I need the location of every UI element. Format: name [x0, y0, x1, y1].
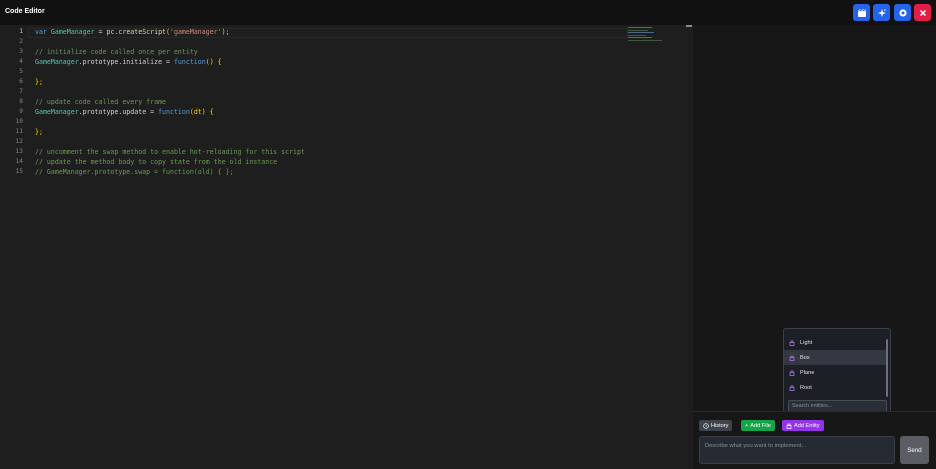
plus-icon: + — [745, 422, 749, 429]
entity-option-box[interactable]: Box — [784, 350, 887, 365]
code-line: GameManager.prototype.initialize = funct… — [35, 58, 222, 66]
history-label: History — [711, 422, 729, 429]
settings-button[interactable] — [894, 4, 911, 21]
game-button[interactable] — [853, 4, 870, 21]
line-number: 4 — [19, 58, 23, 65]
code-line: var GameManager = pc.createScript('gameM… — [35, 28, 230, 36]
line-number: 10 — [15, 118, 23, 125]
entity-option-label: Plane — [800, 369, 815, 376]
entity-icon — [789, 370, 795, 376]
chat-input[interactable]: Describe what you want to implement... — [699, 436, 895, 464]
code-line: }; — [35, 128, 43, 136]
history-button[interactable]: History — [699, 420, 733, 431]
line-number: 13 — [15, 148, 23, 155]
code-line: GameManager.prototype.update = function(… — [35, 108, 214, 116]
minimap[interactable] — [628, 27, 664, 43]
code-comment: // update code called every frame — [35, 98, 167, 106]
line-number: 6 — [19, 78, 23, 85]
line-number: 9 — [19, 108, 23, 115]
code-editor[interactable]: 1 2 3 4 5 6 7 8 9 10 11 12 13 14 15 var … — [0, 25, 693, 469]
close-icon — [919, 9, 926, 16]
line-number: 12 — [15, 138, 23, 145]
line-number: 14 — [15, 158, 23, 165]
entity-dropdown: Light Box Plane Root Search entities... — [783, 328, 891, 414]
entity-option-light[interactable]: Light — [784, 335, 887, 350]
add-file-label: Add File — [750, 422, 771, 429]
code-comment: // initialize code called once per entit… — [35, 48, 198, 56]
add-entity-button[interactable]: Add Entity — [782, 420, 824, 431]
line-number: 15 — [15, 168, 23, 175]
title-bar: Code Editor — [0, 0, 936, 25]
add-file-button[interactable]: + Add File — [741, 420, 775, 431]
gear-icon — [898, 8, 907, 17]
assistant-button[interactable] — [873, 4, 890, 21]
line-number: 2 — [19, 38, 23, 45]
entity-option-root[interactable]: Root — [784, 380, 887, 395]
clock-icon — [703, 422, 709, 429]
line-number-gutter: 1 2 3 4 5 6 7 8 9 10 11 12 13 14 15 — [0, 25, 28, 469]
line-number: 11 — [15, 128, 23, 135]
line-number: 8 — [19, 98, 23, 105]
close-button[interactable] — [914, 4, 931, 21]
code-line: }; — [35, 78, 43, 86]
line-number: 3 — [19, 48, 23, 55]
entity-option-label: Root — [800, 384, 812, 391]
entity-icon — [789, 385, 795, 391]
code-comment: // update the method body to copy state … — [35, 158, 278, 166]
entity-option-plane[interactable]: Plane — [784, 365, 887, 380]
code-comment: // uncomment the swap method to enable h… — [35, 148, 305, 156]
entity-option-label: Light — [800, 339, 813, 346]
clapperboard-icon — [857, 8, 866, 17]
sparkle-icon — [877, 8, 886, 17]
entity-icon — [789, 340, 795, 346]
editor-scrollbar[interactable] — [686, 25, 692, 27]
entity-icon — [789, 355, 795, 361]
line-number: 1 — [19, 28, 23, 35]
line-number: 7 — [19, 88, 23, 95]
entity-icon — [786, 423, 792, 429]
line-number: 5 — [19, 68, 23, 75]
code-comment: // GameManager.prototype.swap = function… — [35, 168, 234, 176]
dropdown-scrollbar[interactable] — [886, 339, 888, 397]
window-title: Code Editor — [5, 8, 45, 15]
chat-input-area: History + Add File Add Entity Describe w… — [693, 411, 936, 469]
send-button[interactable]: Send — [900, 436, 929, 464]
entity-option-label: Box — [800, 354, 810, 361]
add-entity-label: Add Entity — [794, 422, 820, 429]
